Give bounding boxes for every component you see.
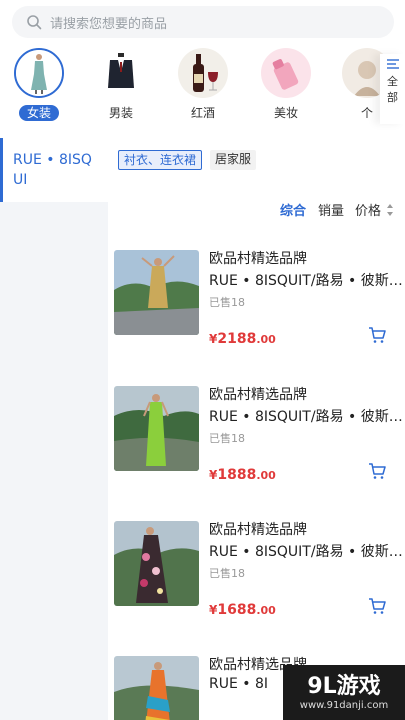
category-cosmetics[interactable]: 美妆 bbox=[256, 48, 316, 121]
price-dec: .00 bbox=[256, 469, 276, 482]
price-int: 1888 bbox=[217, 467, 257, 483]
sort-bar: 综合 销量 价格 bbox=[108, 196, 405, 224]
product-brand: 欧品村精选品牌 bbox=[209, 251, 307, 267]
product-price: ¥2188.00 bbox=[209, 328, 276, 347]
cart-icon[interactable] bbox=[368, 326, 386, 344]
category-cosmetics-image bbox=[261, 48, 311, 98]
product-image[interactable] bbox=[114, 250, 199, 335]
sort-sales[interactable]: 销量 bbox=[318, 200, 344, 219]
product-price: ¥1888.00 bbox=[209, 464, 276, 483]
product-name: RUE • 8ISQUIT/路易 • 彼斯… bbox=[209, 544, 403, 560]
price-int: 1688 bbox=[217, 602, 257, 618]
product-card[interactable]: 欧品村精选品牌 RUE • 8ISQUIT/路易 • 彼斯… 已售18 ¥218… bbox=[108, 250, 405, 370]
price-dec: .00 bbox=[256, 604, 276, 617]
product-card[interactable]: 欧品村精选品牌 RUE • 8ISQUIT/路易 • 彼斯… 已售18 ¥188… bbox=[108, 386, 405, 506]
product-card[interactable]: 欧品村精选品牌 RUE • 8ISQUIT/路易 • 彼斯… 已售18 ¥168… bbox=[108, 521, 405, 641]
tab-shirts-dresses[interactable]: 衬衣、连衣裙 bbox=[118, 150, 203, 170]
watermark-logo: 9L游戏 bbox=[307, 673, 381, 699]
product-brand: 欧品村精选品牌 bbox=[209, 522, 307, 538]
product-sold-count: 已售18 bbox=[209, 296, 245, 309]
subcategory-tabs: 衬衣、连衣裙 居家服 bbox=[118, 150, 257, 170]
tab-homewear[interactable]: 居家服 bbox=[210, 150, 257, 170]
category-label: 美妆 bbox=[273, 106, 298, 120]
product-sold-count: 已售18 bbox=[209, 567, 245, 580]
price-int: 2188 bbox=[217, 331, 257, 347]
price-dec: .00 bbox=[256, 333, 276, 346]
watermark-url: www.91danji.com bbox=[299, 699, 389, 711]
category-wine-image bbox=[178, 48, 228, 98]
product-image[interactable] bbox=[114, 656, 199, 720]
product-brand: 欧品村精选品牌 bbox=[209, 387, 307, 403]
category-strip: 女装 男装 红酒 美妆 个 bbox=[0, 48, 405, 132]
sidebar-item-brand[interactable]: RUE • 8ISQUI bbox=[0, 138, 108, 202]
sort-comprehensive[interactable]: 综合 bbox=[280, 200, 306, 219]
search-bar-container: 请搜索您想要的商品 bbox=[0, 0, 405, 46]
category-label: 红酒 bbox=[190, 106, 215, 120]
product-name: RUE • 8ISQUIT/路易 • 彼斯… bbox=[209, 409, 403, 425]
search-icon bbox=[27, 15, 42, 30]
category-men-image bbox=[96, 48, 146, 98]
menu-icon bbox=[386, 59, 399, 69]
all-categories-label-2: 部 bbox=[387, 91, 398, 104]
all-categories-button[interactable]: 全 部 bbox=[380, 54, 405, 124]
search-placeholder: 请搜索您想要的商品 bbox=[50, 16, 168, 32]
category-label: 男装 bbox=[108, 106, 133, 120]
category-women[interactable]: 女装 bbox=[9, 48, 69, 121]
category-label: 女装 bbox=[18, 105, 59, 121]
cart-icon[interactable] bbox=[368, 462, 386, 480]
category-wine[interactable]: 红酒 bbox=[173, 48, 233, 121]
search-input[interactable]: 请搜索您想要的商品 bbox=[12, 6, 394, 38]
category-women-image bbox=[14, 48, 64, 98]
product-sold-count: 已售18 bbox=[209, 432, 245, 445]
sidebar-item-label: RUE • 8ISQUI bbox=[13, 152, 92, 188]
category-men[interactable]: 男装 bbox=[91, 48, 151, 121]
product-name: RUE • 8ISQUIT/路易 • 彼斯… bbox=[209, 273, 403, 289]
site-watermark: 9L游戏 www.91danji.com bbox=[283, 665, 405, 720]
category-label: 个 bbox=[360, 106, 373, 120]
sort-price[interactable]: 价格 bbox=[355, 200, 381, 219]
product-price: ¥1688.00 bbox=[209, 599, 276, 618]
sort-arrows-icon[interactable] bbox=[386, 203, 394, 217]
brand-sidebar: RUE • 8ISQUI bbox=[0, 138, 108, 720]
product-image[interactable] bbox=[114, 521, 199, 606]
all-categories-label-1: 全 bbox=[387, 75, 398, 88]
cart-icon[interactable] bbox=[368, 597, 386, 615]
product-image[interactable] bbox=[114, 386, 199, 471]
